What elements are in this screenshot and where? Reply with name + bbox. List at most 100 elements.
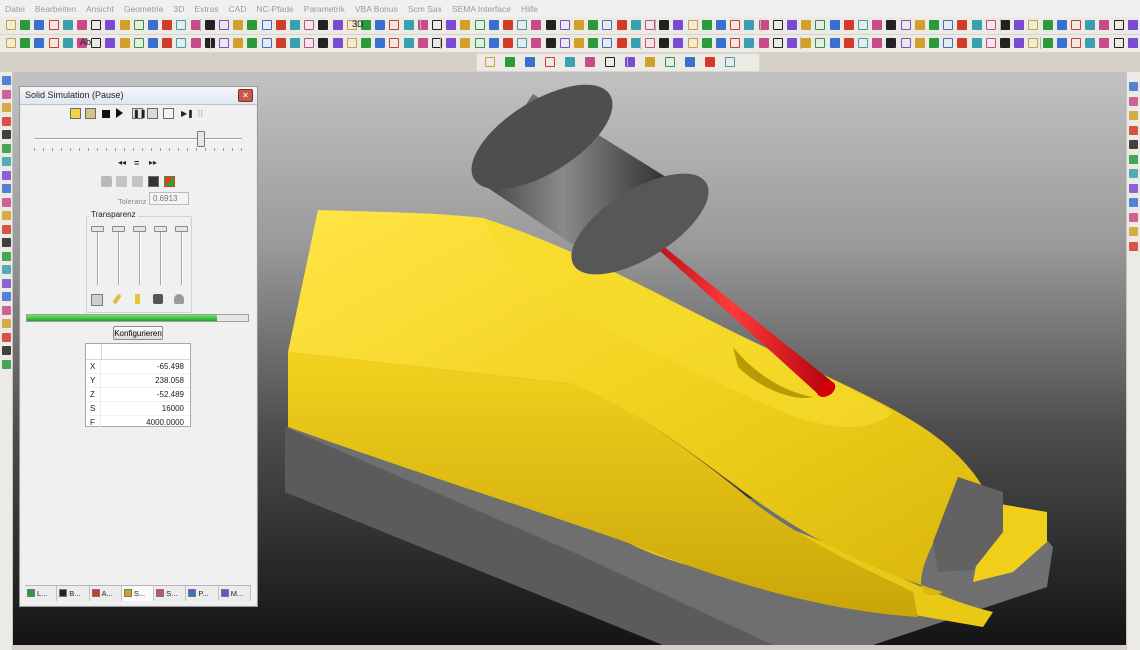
toolbar-tool-icon[interactable] xyxy=(1129,241,1138,251)
transparency-slider[interactable] xyxy=(91,226,104,232)
toolbar-tool-icon[interactable] xyxy=(687,38,698,48)
toolbar-tool-icon[interactable] xyxy=(559,20,570,30)
toolbar-tool-icon[interactable] xyxy=(685,57,695,67)
toolbar-tool-icon[interactable] xyxy=(829,38,840,48)
toolbar-tool-icon[interactable] xyxy=(943,20,954,30)
toolbar-tool-icon[interactable] xyxy=(318,38,329,48)
toolbar-tool-icon[interactable] xyxy=(219,20,229,30)
toolbar-tool-icon[interactable] xyxy=(233,20,244,30)
panel-tab-6[interactable]: M... xyxy=(218,586,251,601)
toolbar-tool-icon[interactable] xyxy=(900,20,911,30)
panel-tab-0[interactable]: L... xyxy=(25,586,58,601)
toolbar-tool-icon[interactable] xyxy=(701,20,712,30)
toolbar-tool-icon[interactable] xyxy=(375,38,386,48)
toolbar-tool-icon[interactable] xyxy=(290,20,300,30)
toolbar-tool-icon[interactable] xyxy=(275,20,286,30)
toolbar-tool-icon[interactable] xyxy=(985,38,996,48)
footsteps-icon[interactable]: ⠿ xyxy=(196,108,207,119)
toolbar-tool-icon[interactable] xyxy=(787,20,797,30)
speed-slider[interactable] xyxy=(197,131,205,147)
toolbar-tool-icon[interactable] xyxy=(585,57,595,67)
toolbar-tool-icon[interactable] xyxy=(886,20,897,30)
toolbar-tool-icon[interactable] xyxy=(801,38,812,48)
toolbar-tool-icon[interactable] xyxy=(659,20,670,30)
toolbar-tool-icon[interactable] xyxy=(474,20,485,30)
toolbar-tool-icon[interactable] xyxy=(725,57,735,67)
transparency-slider[interactable] xyxy=(112,226,125,232)
toolbar-tool-icon[interactable] xyxy=(1129,111,1138,120)
toolbar-tool-icon[interactable] xyxy=(602,20,613,30)
toolbar-tool-icon[interactable] xyxy=(119,38,130,48)
toolbar-tool-icon[interactable] xyxy=(545,57,555,67)
toolbar-tool-icon[interactable] xyxy=(505,57,515,67)
toolbar-tool-icon[interactable] xyxy=(858,38,868,48)
menu-item-parametrik[interactable]: Parametrik xyxy=(299,4,350,14)
toolbar-tool-icon[interactable] xyxy=(204,20,215,30)
stop-icon[interactable] xyxy=(102,110,110,118)
menu-item-geometrie[interactable]: Geometrie xyxy=(119,4,169,14)
toolbar-tool-icon[interactable] xyxy=(6,38,16,48)
toolbar-tool-icon[interactable] xyxy=(886,38,897,48)
toolbar-tool-icon[interactable] xyxy=(687,20,698,30)
toolbar-tool-icon[interactable] xyxy=(673,20,684,30)
toolbar-tool-icon[interactable] xyxy=(2,130,11,139)
toolbar-tool-icon[interactable] xyxy=(815,38,826,48)
menu-item-scm-sax[interactable]: Scm Sax xyxy=(403,4,447,14)
toolbar-tool-icon[interactable] xyxy=(1127,38,1138,48)
toolbar-tool-icon[interactable] xyxy=(2,143,11,153)
toolbar-tool-icon[interactable] xyxy=(914,38,925,48)
toolbar-tool-icon[interactable] xyxy=(1129,125,1138,135)
toolbar-tool-icon[interactable] xyxy=(304,20,315,30)
toolbar-tool-icon[interactable] xyxy=(605,57,615,67)
toolbar-tool-icon[interactable] xyxy=(2,251,11,261)
toolbar-tool-icon[interactable] xyxy=(2,305,11,315)
panel-tab-5[interactable]: P... xyxy=(186,586,219,601)
toolbar-tool-icon[interactable] xyxy=(971,20,982,30)
toolbar-tool-icon[interactable] xyxy=(574,20,584,30)
toolbar-tool-icon[interactable] xyxy=(304,38,315,48)
toolbar-tool-icon[interactable] xyxy=(20,38,31,48)
toolbar-tool-icon[interactable] xyxy=(772,20,783,30)
toolbar-tool-icon[interactable] xyxy=(843,38,854,48)
toolbar-tool-icon[interactable] xyxy=(275,38,286,48)
toolbar-tool-icon[interactable] xyxy=(1014,20,1025,30)
toolbar-tool-icon[interactable] xyxy=(914,20,925,30)
toolbar-tool-icon[interactable] xyxy=(290,38,300,48)
toolbar-tool-icon[interactable] xyxy=(730,38,741,48)
menu-item-nc-pfade[interactable]: NC-Pfade xyxy=(251,4,298,14)
toolbar-tool-icon[interactable] xyxy=(105,38,116,48)
toolbar-tool-icon[interactable] xyxy=(872,20,883,30)
toolbar-tool-icon[interactable] xyxy=(705,57,715,67)
toolbar-tool-icon[interactable] xyxy=(2,238,11,247)
toolbar-tool-icon[interactable] xyxy=(588,20,599,30)
color-map-icon[interactable] xyxy=(164,176,175,187)
toolbar-tool-icon[interactable] xyxy=(531,38,542,48)
toolbar-tool-icon[interactable] xyxy=(219,38,229,48)
toolbar-tool-icon[interactable] xyxy=(1056,20,1067,30)
menu-item-hilfe[interactable]: Hilfe xyxy=(516,4,543,14)
save-icon[interactable] xyxy=(148,176,159,187)
toolbar-tool-icon[interactable] xyxy=(1085,20,1096,30)
toolbar-tool-icon[interactable] xyxy=(929,38,939,48)
toolbar-tool-icon[interactable] xyxy=(985,20,996,30)
toolbar-tool-icon[interactable] xyxy=(1000,20,1010,30)
toolbar-tool-icon[interactable] xyxy=(346,38,357,48)
toolbar-text-button[interactable]: 3D xyxy=(352,19,364,29)
toolbar-tool-icon[interactable] xyxy=(574,38,584,48)
toolbar-tool-icon[interactable] xyxy=(20,20,31,30)
step-tool-icon[interactable] xyxy=(147,108,158,119)
menu-item-sema-interface[interactable]: SEMA Interface xyxy=(447,4,516,14)
configure-button[interactable]: Konfigurieren xyxy=(113,326,163,340)
camera-remove-icon[interactable] xyxy=(132,176,143,187)
toolbar-tool-icon[interactable] xyxy=(1000,38,1010,48)
toolbar-tool-icon[interactable] xyxy=(673,38,684,48)
toolbar-tool-icon[interactable] xyxy=(1099,38,1110,48)
toolbar-tool-icon[interactable] xyxy=(1028,38,1039,48)
toolbar-tool-icon[interactable] xyxy=(1129,96,1138,106)
toolbar-tool-icon[interactable] xyxy=(1085,38,1096,48)
toolbar-tool-icon[interactable] xyxy=(645,38,655,48)
toolbar-tool-icon[interactable] xyxy=(62,38,73,48)
toolbar-tool-icon[interactable] xyxy=(48,38,59,48)
simulate-mode-icon[interactable] xyxy=(70,108,81,119)
toolbar-tool-icon[interactable] xyxy=(2,184,11,193)
